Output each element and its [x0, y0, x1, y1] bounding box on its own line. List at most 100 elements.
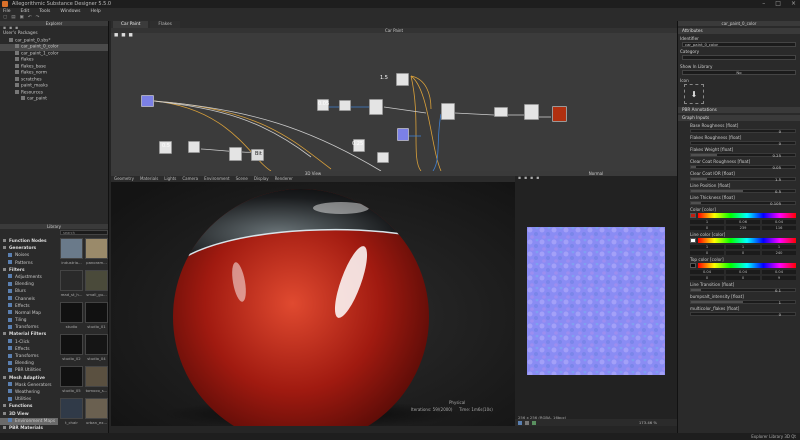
library-category[interactable]: Blending	[0, 360, 58, 367]
param-value[interactable]: 0.5	[775, 189, 781, 194]
environment-map-thumb[interactable]: panoram...	[85, 238, 108, 266]
color-component-field[interactable]: 1	[690, 244, 724, 249]
library-category[interactable]: Normal Map	[0, 310, 58, 317]
view-option-icon[interactable]	[525, 420, 529, 425]
3d-render-viewport[interactable]: Physical Iterations: 59/(2000) Time: 1m6…	[111, 182, 515, 426]
param-value[interactable]: 0.25	[773, 153, 781, 158]
color-component-field[interactable]: 0.04	[762, 269, 796, 274]
channel-icon[interactable]: ▪	[524, 176, 527, 182]
graph-node-output[interactable]	[552, 106, 567, 122]
color-component-field[interactable]: 0.04	[690, 269, 724, 274]
menu-windows[interactable]: Windows	[60, 8, 80, 15]
identifier-field[interactable]: car_paint_0_color	[682, 42, 796, 47]
graph-inputs-section[interactable]: Graph Inputs	[678, 115, 800, 121]
normal-map-preview[interactable]	[527, 227, 665, 375]
tab-car-paint[interactable]: Car Paint	[113, 21, 149, 28]
param-value[interactable]: 1	[779, 300, 781, 305]
environment-map-thumb[interactable]: studio_01	[85, 302, 108, 330]
graph-node-value[interactable]	[396, 73, 409, 86]
environment-map-thumb[interactable]: small_gu...	[85, 270, 108, 298]
color-component-field[interactable]: 0.04	[762, 219, 796, 224]
library-category[interactable]: PBR Utilities	[0, 367, 58, 374]
environment-map-thumb[interactable]: urban_ex...	[85, 398, 108, 426]
show-in-library-select[interactable]: No	[682, 70, 796, 75]
graph-node-function[interactable]	[494, 107, 508, 117]
environment-map-thumb[interactable]: t_chair	[60, 398, 83, 426]
library-category[interactable]: Adjustments	[0, 274, 58, 281]
graph-node-multiply[interactable]	[188, 141, 200, 153]
hue-bar[interactable]	[698, 263, 796, 268]
graph-node-uniform-color[interactable]	[141, 95, 154, 107]
graph-node-function[interactable]	[369, 99, 383, 115]
param-value[interactable]: 0.05	[773, 165, 781, 170]
tab-flakes[interactable]: Flakes	[150, 21, 180, 28]
param-slider[interactable]: 1.5	[690, 177, 796, 182]
library-category[interactable]: Effects	[0, 303, 58, 310]
graph-node-multiply[interactable]	[339, 100, 351, 111]
param-value[interactable]: 1.5	[775, 177, 781, 182]
color-component-field[interactable]: 0.06	[726, 219, 760, 224]
library-category[interactable]: Material Filters	[0, 331, 58, 338]
library-category[interactable]: Utilities	[0, 396, 58, 403]
library-category[interactable]: 3D View	[0, 411, 58, 418]
color-component-field[interactable]: 240	[762, 250, 796, 255]
graph-node-function[interactable]	[229, 147, 242, 161]
param-slider[interactable]: 0.5	[690, 189, 796, 194]
param-slider[interactable]: 0.25	[690, 153, 796, 158]
close-icon[interactable]: ×	[791, 0, 796, 8]
color-component-field[interactable]: 1	[690, 219, 724, 224]
color-component-field[interactable]: 1	[762, 244, 796, 249]
environment-map-thumb[interactable]: industria...	[60, 238, 83, 266]
menu-edit[interactable]: Edit	[21, 8, 30, 15]
library-category[interactable]: Patterns	[0, 260, 58, 267]
color-component-field[interactable]: 1	[726, 244, 760, 249]
color-component-field[interactable]: 9	[762, 275, 796, 280]
color-swatch[interactable]	[690, 238, 696, 243]
color-swatch[interactable]	[690, 263, 696, 268]
view-option-icon[interactable]	[518, 420, 522, 425]
channel-icon[interactable]: ▪	[518, 176, 521, 182]
param-slider[interactable]: 0.105	[690, 201, 796, 206]
color-component-field[interactable]: 0.04	[726, 269, 760, 274]
library-category[interactable]: Tiling	[0, 317, 58, 324]
pbr-annotations-section[interactable]: PBR Annotations	[678, 107, 800, 113]
menu-help[interactable]: Help	[90, 8, 100, 15]
library-category[interactable]: Weathering	[0, 389, 58, 396]
library-category[interactable]: Function Nodes	[0, 238, 58, 245]
param-value[interactable]: 0.105	[770, 201, 781, 206]
library-category[interactable]: Generators	[0, 245, 58, 252]
attributes-section[interactable]: Attributes	[678, 28, 800, 34]
environment-map-thumb[interactable]: tomoco_s...	[85, 366, 108, 394]
environment-map-thumb[interactable]: read_st_h...	[60, 270, 83, 298]
graph-node-multiply[interactable]	[377, 152, 389, 163]
color-component-field[interactable]: 0	[690, 275, 724, 280]
color-component-field[interactable]: 116	[762, 225, 796, 230]
library-category[interactable]: 1-Click	[0, 339, 58, 346]
param-slider[interactable]: 0.1	[690, 288, 796, 293]
library-category[interactable]: Mesh Adaptive	[0, 375, 58, 382]
environment-map-thumb[interactable]: studio	[60, 302, 83, 330]
minimize-icon[interactable]: –	[762, 0, 765, 8]
param-slider[interactable]: 1	[690, 300, 796, 305]
library-category[interactable]: Channels	[0, 296, 58, 303]
graph-node-function[interactable]	[441, 103, 455, 120]
hue-bar[interactable]	[698, 213, 796, 218]
graph-node-uniform-color[interactable]	[397, 128, 409, 141]
hue-bar[interactable]	[698, 238, 796, 243]
library-category[interactable]: Transforms	[0, 353, 58, 360]
maximize-icon[interactable]: □	[775, 0, 781, 8]
library-category[interactable]: Environment Maps	[0, 417, 58, 425]
library-category[interactable]: Functions	[0, 403, 58, 410]
view-option-icon[interactable]	[532, 420, 536, 425]
channel-icon[interactable]: ▪	[530, 176, 533, 182]
param-slider[interactable]: 0	[690, 141, 796, 146]
library-category[interactable]: Filters	[0, 267, 58, 274]
explorer-item[interactable]: car_paint	[0, 96, 108, 103]
library-category[interactable]: Blurs	[0, 288, 58, 295]
menu-tools[interactable]: Tools	[39, 8, 50, 15]
library-category[interactable]: PBR Materials	[0, 425, 58, 432]
param-value[interactable]: 0.1	[775, 288, 781, 293]
library-category[interactable]: Transforms	[0, 324, 58, 331]
menu-file[interactable]: File	[3, 8, 11, 15]
library-category[interactable]: Noises	[0, 252, 58, 259]
